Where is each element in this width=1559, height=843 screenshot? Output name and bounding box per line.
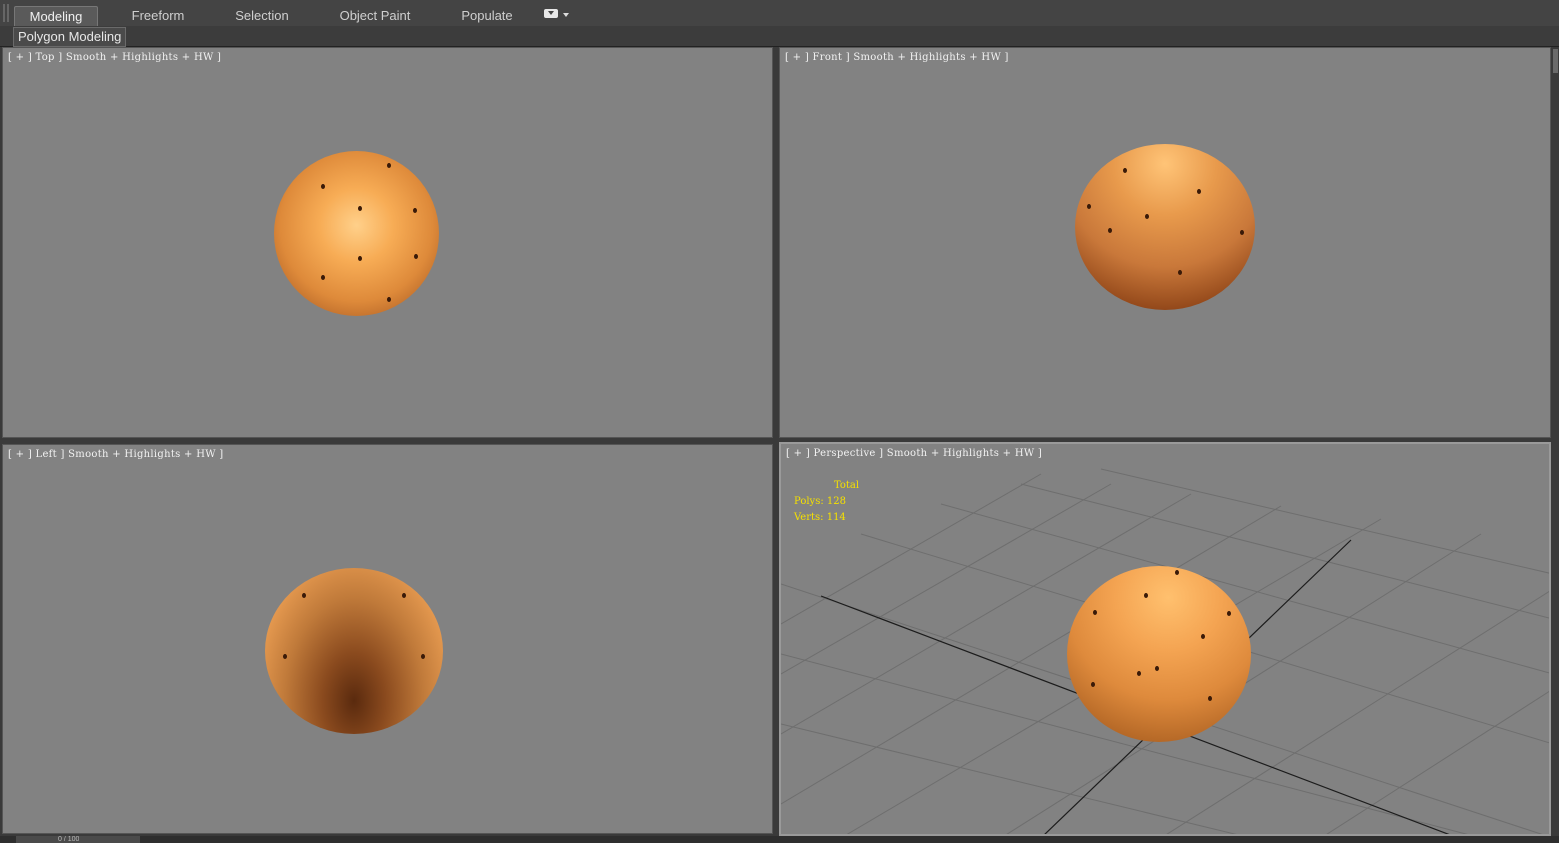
ribbon-options-icon[interactable] bbox=[544, 9, 558, 18]
command-panel-scrollbar[interactable] bbox=[1552, 47, 1559, 407]
polygon-modeling-panel-button[interactable]: Polygon Modeling bbox=[13, 27, 127, 47]
tab-modeling[interactable]: Modeling bbox=[14, 6, 98, 26]
ribbon-grip[interactable] bbox=[3, 4, 9, 22]
time-slider-label: 0 / 100 bbox=[58, 836, 80, 843]
viewport-left[interactable]: [ + ] Left ] Smooth + Highlights + HW ] bbox=[2, 444, 773, 834]
stats-polys: Polys: 128 bbox=[794, 496, 846, 507]
sphere-object[interactable] bbox=[1067, 566, 1251, 742]
tab-object-paint[interactable]: Object Paint bbox=[330, 6, 420, 26]
stats-verts: Verts: 114 bbox=[794, 512, 846, 523]
viewport-top[interactable]: [ + ] Top ] Smooth + Highlights + HW ] bbox=[2, 47, 773, 438]
stats-total-label: Total bbox=[834, 480, 860, 491]
tab-selection[interactable]: Selection bbox=[222, 6, 302, 26]
sphere-object[interactable] bbox=[274, 151, 439, 316]
viewport-top-label[interactable]: [ + ] Top ] Smooth + Highlights + HW ] bbox=[8, 52, 221, 63]
ribbon-subbar: Polygon Modeling bbox=[0, 26, 1559, 47]
ribbon-bar: Modeling Freeform Selection Object Paint… bbox=[0, 0, 1559, 27]
time-slider-bar bbox=[0, 836, 1559, 843]
viewport-front[interactable]: [ + ] Front ] Smooth + Highlights + HW ] bbox=[779, 47, 1551, 438]
viewport-left-label[interactable]: [ + ] Left ] Smooth + Highlights + HW ] bbox=[8, 449, 224, 460]
scene-statistics: Total Polys: 128 Verts: 114 bbox=[794, 478, 859, 526]
viewport-perspective[interactable]: [ + ] Perspective ] Smooth + Highlights … bbox=[779, 442, 1551, 836]
viewport-front-label[interactable]: [ + ] Front ] Smooth + Highlights + HW ] bbox=[785, 52, 1009, 63]
viewport-perspective-label[interactable]: [ + ] Perspective ] Smooth + Highlights … bbox=[786, 448, 1042, 459]
tab-freeform[interactable]: Freeform bbox=[118, 6, 198, 26]
tab-populate[interactable]: Populate bbox=[452, 6, 522, 26]
sphere-object[interactable] bbox=[265, 568, 443, 734]
sphere-object[interactable] bbox=[1075, 144, 1255, 310]
chevron-down-icon[interactable] bbox=[563, 13, 569, 17]
